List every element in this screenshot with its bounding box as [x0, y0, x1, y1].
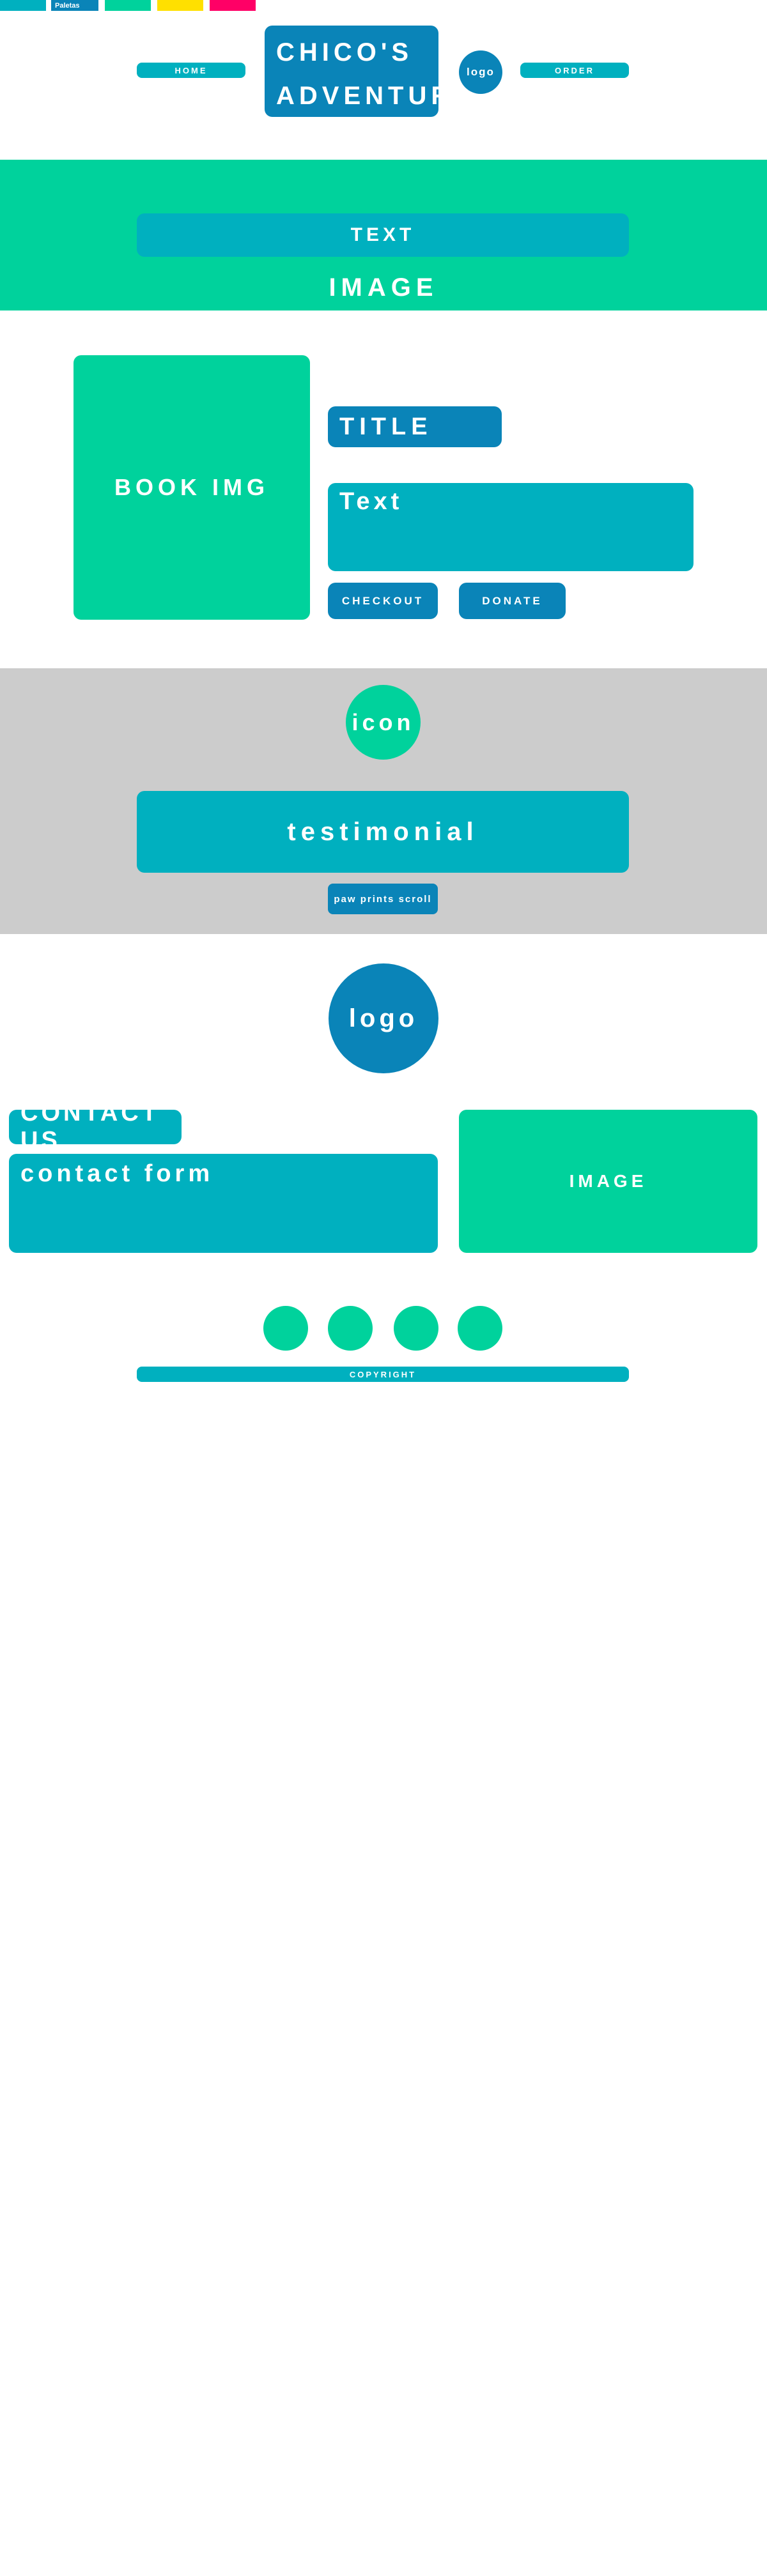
header-logo-label: logo — [467, 66, 495, 78]
social-icon-2[interactable] — [328, 1306, 373, 1351]
social-icon-3[interactable] — [394, 1306, 438, 1351]
testimonial-icon: icon — [346, 685, 421, 760]
palette-swatch-green — [105, 0, 151, 11]
site-title: CHICO'S ADVENTURES — [265, 26, 497, 117]
checkout-button[interactable]: CHECKOUT — [328, 583, 438, 619]
featured-section: BOOK IMG TITLE Text CHECKOUT DONATE — [0, 310, 767, 668]
paw-prints-scroll-label: paw prints scroll — [334, 893, 432, 905]
checkout-label: CHECKOUT — [341, 594, 424, 607]
hero-text-box: TEXT — [137, 213, 629, 257]
social-icon-4[interactable] — [458, 1306, 502, 1351]
site-title-line2: ADVENTURES — [276, 82, 497, 110]
nav-order-label: ORDER — [555, 65, 594, 75]
paw-prints-scroll-button[interactable]: paw prints scroll — [328, 884, 438, 914]
header-logo[interactable]: logo — [459, 50, 502, 94]
palette-swatch-teal — [0, 0, 46, 11]
contact-heading: CONTACT US — [9, 1100, 182, 1154]
palette-swatch-pink — [210, 0, 256, 11]
book-title-text: TITLE — [339, 413, 433, 440]
contact-form[interactable]: contact form — [9, 1154, 438, 1253]
palette-swatch-blue: Paletas — [51, 0, 98, 11]
hero-section: TEXT IMAGE — [0, 160, 767, 310]
contact-heading-text: CONTACT US — [20, 1100, 160, 1154]
contact-image-label: IMAGE — [569, 1171, 647, 1191]
book-description: Text — [328, 483, 693, 571]
testimonial-icon-label: icon — [352, 709, 415, 735]
donate-button[interactable]: DONATE — [459, 583, 566, 619]
testimonial-text: testimonial — [287, 817, 479, 846]
brand-logo: logo — [329, 963, 438, 1073]
book-image-label: BOOK IMG — [114, 474, 269, 500]
book-description-text: Text — [339, 488, 403, 515]
nav-home-label: HOME — [174, 65, 208, 75]
copyright-bar: COPYRIGHT — [137, 1367, 629, 1382]
palette-swatch-yellow — [157, 0, 203, 11]
copyright-text: COPYRIGHT — [349, 1369, 417, 1379]
testimonials-section: icon testimonial paw prints scroll — [0, 668, 767, 934]
nav-home-button[interactable]: HOME — [137, 63, 245, 78]
palette-label: Paletas — [55, 1, 80, 10]
brand-logo-label: logo — [348, 1004, 419, 1032]
book-title: TITLE — [328, 406, 502, 447]
social-icon-1[interactable] — [263, 1306, 308, 1351]
site-title-line1: CHICO'S — [276, 38, 414, 66]
contact-form-label: contact form — [20, 1160, 214, 1187]
hero-text: TEXT — [350, 224, 415, 245]
contact-image: IMAGE — [459, 1110, 757, 1253]
testimonial-box: testimonial — [137, 791, 629, 873]
book-image: BOOK IMG — [74, 355, 310, 620]
hero-image-label: IMAGE — [329, 273, 438, 302]
donate-label: DONATE — [482, 594, 543, 607]
nav-order-button[interactable]: ORDER — [520, 63, 629, 78]
